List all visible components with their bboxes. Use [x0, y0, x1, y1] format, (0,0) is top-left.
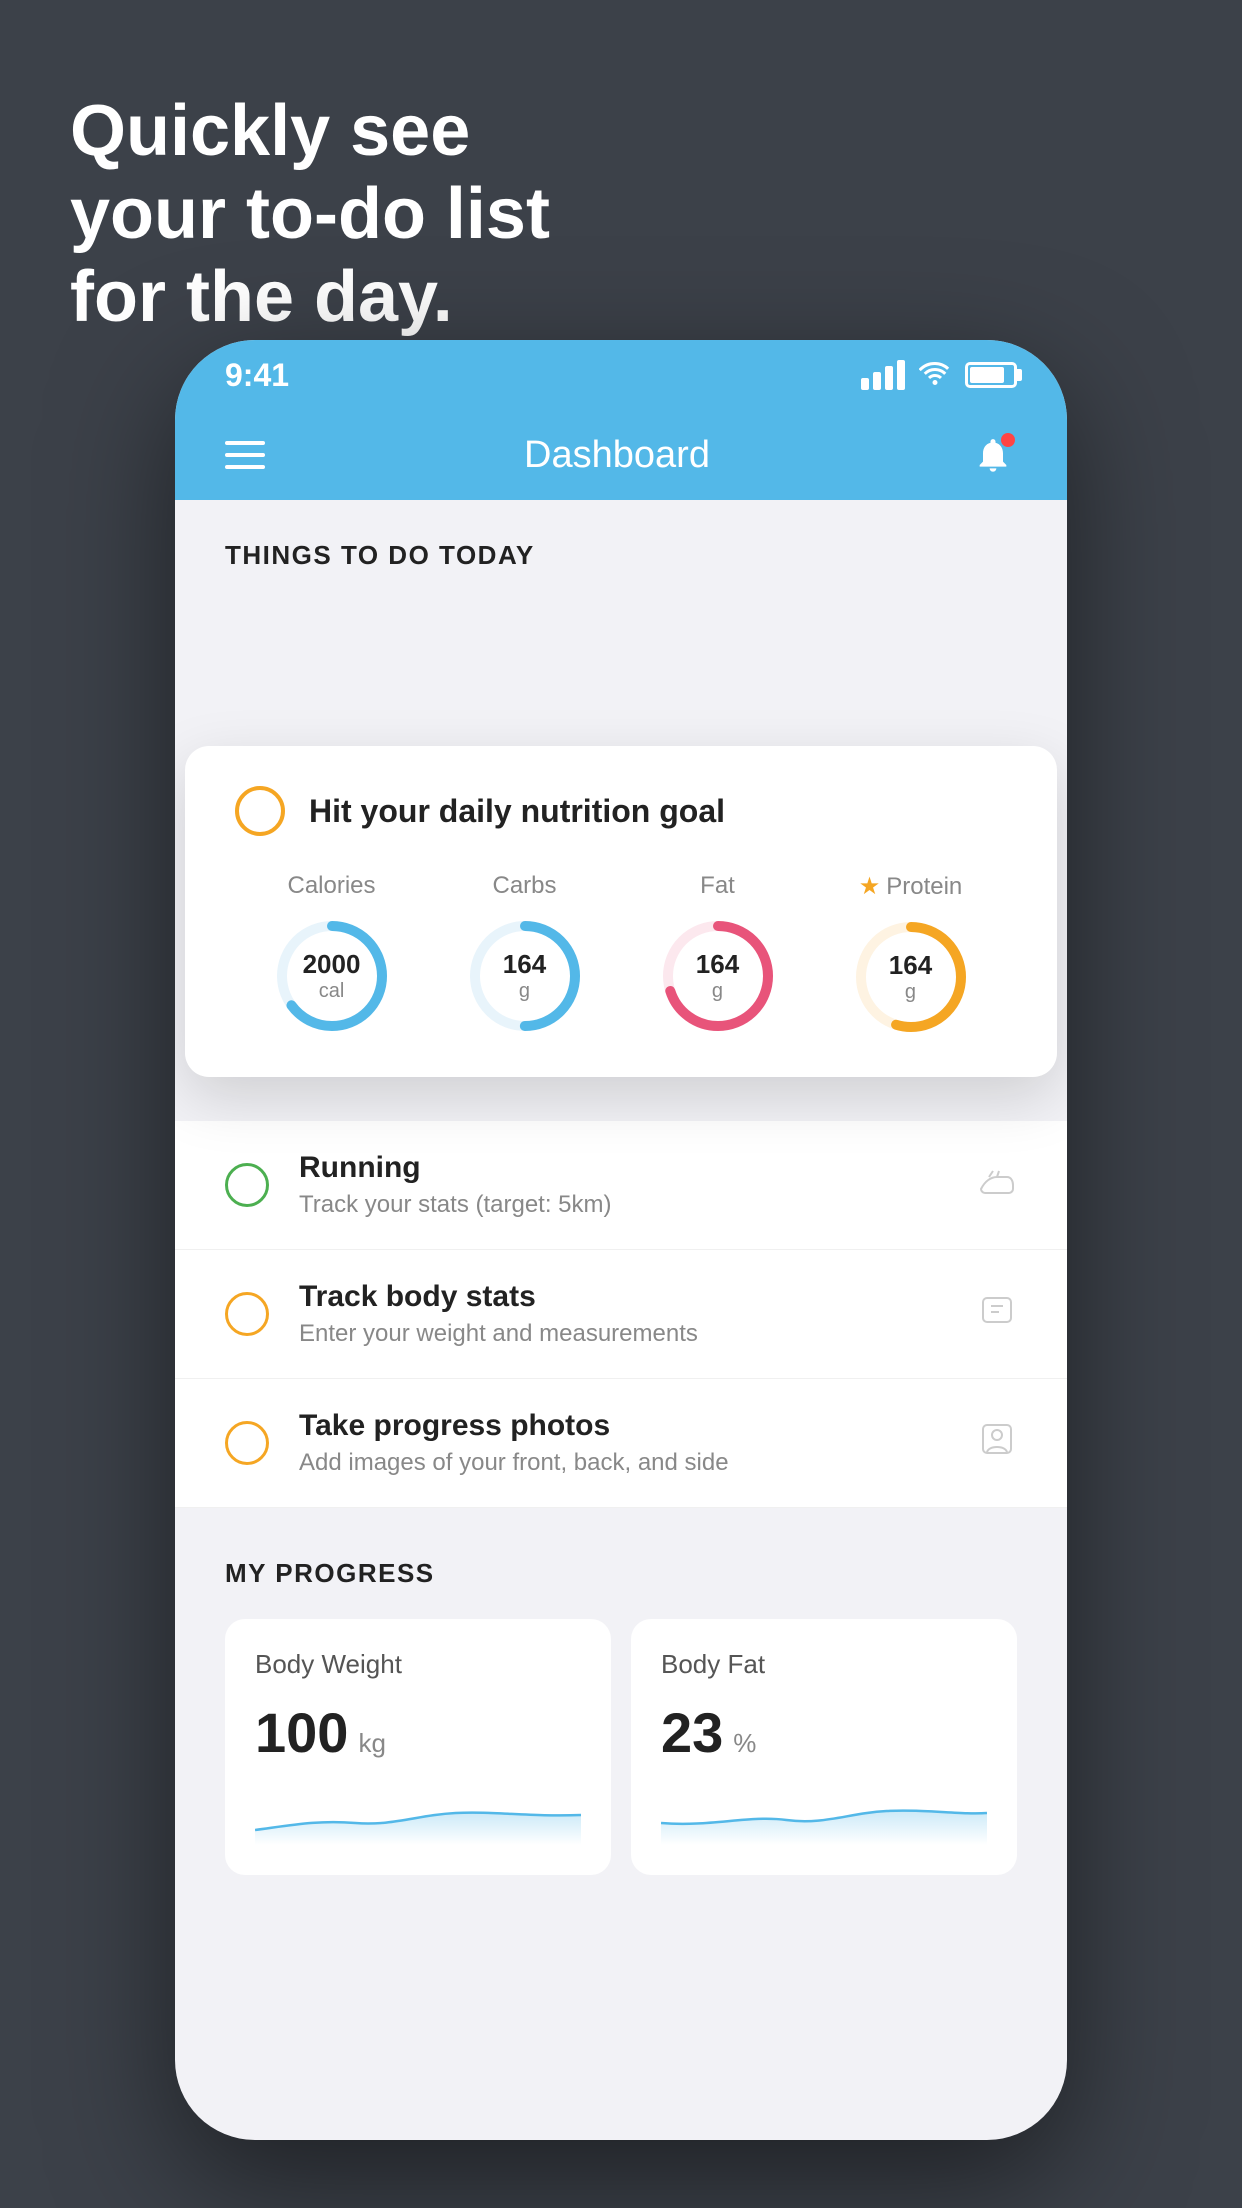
- nutrition-card-title: Hit your daily nutrition goal: [309, 793, 725, 830]
- nav-bar: Dashboard: [175, 410, 1067, 500]
- nutrition-check-circle[interactable]: [235, 786, 285, 836]
- shoe-icon: [977, 1161, 1017, 1210]
- status-bar: 9:41: [175, 340, 1067, 410]
- hamburger-menu[interactable]: [225, 441, 265, 469]
- bell-icon[interactable]: [969, 431, 1017, 479]
- fat-value: 164: [696, 949, 739, 980]
- progress-photos-text: Take progress photos Add images of your …: [299, 1409, 947, 1477]
- nav-title: Dashboard: [524, 434, 710, 477]
- progress-section: MY PROGRESS Body Weight 100 kg: [175, 1508, 1067, 1905]
- body-stats-text: Track body stats Enter your weight and m…: [299, 1280, 947, 1348]
- nutrition-card-header: Hit your daily nutrition goal: [235, 786, 1007, 836]
- body-fat-card-title: Body Fat: [661, 1649, 987, 1680]
- carbs-value: 164: [503, 949, 546, 980]
- body-stats-title: Track body stats: [299, 1280, 947, 1314]
- calories-unit: cal: [303, 980, 361, 1003]
- calories-ring: 2000 cal: [272, 916, 392, 1036]
- carbs-unit: g: [503, 980, 546, 1003]
- fat-ring-item: Fat 164 g: [658, 872, 778, 1036]
- carbs-label: Carbs: [492, 872, 556, 900]
- body-fat-card: Body Fat 23 %: [631, 1619, 1017, 1875]
- notification-dot: [1001, 433, 1015, 447]
- body-weight-unit: kg: [358, 1728, 385, 1759]
- hero-line2: your to-do list: [70, 173, 550, 256]
- things-today-title: THINGS TO DO TODAY: [225, 540, 1017, 571]
- progress-cards: Body Weight 100 kg: [225, 1619, 1017, 1875]
- progress-section-title: MY PROGRESS: [225, 1558, 1017, 1589]
- running-text: Running Track your stats (target: 5km): [299, 1151, 947, 1219]
- calories-value: 2000: [303, 949, 361, 980]
- progress-photos-check-circle: [225, 1421, 269, 1465]
- protein-ring: 164 g: [851, 917, 971, 1037]
- protein-value: 164: [889, 950, 932, 981]
- nutrition-card: Hit your daily nutrition goal Calories: [185, 746, 1057, 1077]
- body-weight-chart: [255, 1785, 581, 1845]
- body-fat-chart: [661, 1785, 987, 1845]
- fat-unit: g: [696, 980, 739, 1003]
- todo-item-progress-photos[interactable]: Take progress photos Add images of your …: [175, 1379, 1067, 1508]
- protein-unit: g: [889, 981, 932, 1004]
- body-weight-value-row: 100 kg: [255, 1700, 581, 1765]
- phone-frame: 9:41 Dashboard: [175, 340, 1067, 2140]
- running-subtitle: Track your stats (target: 5km): [299, 1191, 947, 1219]
- body-weight-card-title: Body Weight: [255, 1649, 581, 1680]
- running-title: Running: [299, 1151, 947, 1185]
- body-weight-card: Body Weight 100 kg: [225, 1619, 611, 1875]
- todo-item-running[interactable]: Running Track your stats (target: 5km): [175, 1121, 1067, 1250]
- running-check-circle: [225, 1163, 269, 1207]
- person-icon: [977, 1419, 1017, 1468]
- wifi-icon: [919, 358, 951, 393]
- todo-item-body-stats[interactable]: Track body stats Enter your weight and m…: [175, 1250, 1067, 1379]
- fat-ring: 164 g: [658, 916, 778, 1036]
- progress-photos-subtitle: Add images of your front, back, and side: [299, 1449, 947, 1477]
- body-stats-check-circle: [225, 1292, 269, 1336]
- scale-icon: [977, 1290, 1017, 1339]
- hero-line1: Quickly see: [70, 90, 550, 173]
- body-fat-unit: %: [733, 1728, 756, 1759]
- status-time: 9:41: [225, 357, 289, 394]
- calories-label: Calories: [287, 872, 375, 900]
- protein-ring-item: ★ Protein 164 g: [851, 872, 971, 1037]
- fat-label: Fat: [700, 872, 735, 900]
- carbs-ring-item: Carbs 164 g: [465, 872, 585, 1036]
- body-weight-value: 100: [255, 1700, 348, 1765]
- nutrition-rings: Calories 2000 cal: [235, 872, 1007, 1037]
- signal-icon: [861, 360, 905, 390]
- battery-icon: [965, 362, 1017, 388]
- hero-line3: for the day.: [70, 256, 550, 339]
- carbs-ring: 164 g: [465, 916, 585, 1036]
- section-header: THINGS TO DO TODAY: [175, 500, 1067, 591]
- body-stats-subtitle: Enter your weight and measurements: [299, 1320, 947, 1348]
- calories-ring-item: Calories 2000 cal: [272, 872, 392, 1036]
- hero-text: Quickly see your to-do list for the day.: [70, 90, 550, 338]
- protein-label-row: ★ Protein: [859, 872, 963, 901]
- body-fat-value-row: 23 %: [661, 1700, 987, 1765]
- status-icons: [861, 358, 1017, 393]
- phone-content: THINGS TO DO TODAY Hit your daily nutrit…: [175, 500, 1067, 1905]
- star-icon: ★: [859, 872, 881, 901]
- protein-label: Protein: [886, 873, 962, 901]
- todo-list: Running Track your stats (target: 5km) T…: [175, 1121, 1067, 1508]
- body-fat-value: 23: [661, 1700, 723, 1765]
- progress-photos-title: Take progress photos: [299, 1409, 947, 1443]
